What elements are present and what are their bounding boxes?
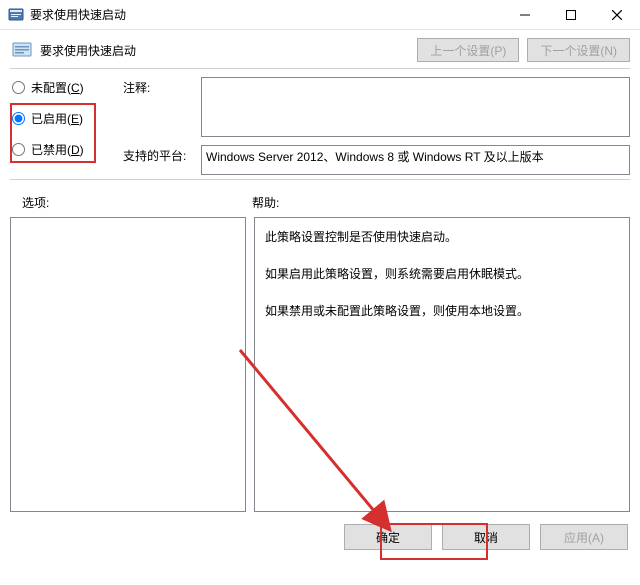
help-label: 帮助: bbox=[252, 194, 279, 211]
app-icon bbox=[8, 7, 24, 23]
cancel-button[interactable]: 取消 bbox=[442, 524, 530, 550]
radio-enabled-label: 已启用(E) bbox=[31, 110, 83, 127]
titlebar: 要求使用快速启动 bbox=[0, 0, 640, 30]
fields-column: 注释: 支持的平台: bbox=[123, 77, 630, 175]
policy-title: 要求使用快速启动 bbox=[40, 42, 136, 59]
ok-button[interactable]: 确定 bbox=[344, 524, 432, 550]
window-title: 要求使用快速启动 bbox=[30, 6, 126, 23]
mid-labels: 选项: 帮助: bbox=[0, 180, 640, 217]
help-paragraph: 如果禁用或未配置此策略设置，则使用本地设置。 bbox=[265, 300, 619, 323]
panes: 此策略设置控制是否使用快速启动。 如果启用此策略设置，则系统需要启用休眠模式。 … bbox=[0, 217, 640, 512]
options-label: 选项: bbox=[22, 194, 252, 211]
state-radio-group: 未配置(C) 已启用(E) 已禁用(D) bbox=[12, 77, 117, 175]
minimize-button[interactable] bbox=[502, 0, 548, 30]
comment-label: 注释: bbox=[123, 77, 193, 96]
radio-disabled[interactable]: 已禁用(D) bbox=[12, 141, 117, 158]
radio-not-configured[interactable]: 未配置(C) bbox=[12, 79, 117, 96]
platform-row: 支持的平台: bbox=[123, 145, 630, 175]
platform-label: 支持的平台: bbox=[123, 145, 193, 164]
radio-not-configured-label: 未配置(C) bbox=[31, 79, 84, 96]
footer: 确定 取消 应用(A) bbox=[0, 512, 640, 560]
policy-icon bbox=[12, 40, 32, 60]
next-setting-button[interactable]: 下一个设置(N) bbox=[527, 38, 630, 62]
help-pane: 此策略设置控制是否使用快速启动。 如果启用此策略设置，则系统需要启用休眠模式。 … bbox=[254, 217, 630, 512]
help-paragraph: 此策略设置控制是否使用快速启动。 bbox=[265, 226, 619, 249]
config-area: 未配置(C) 已启用(E) 已禁用(D) 注释: 支持的平台: bbox=[0, 69, 640, 179]
apply-button[interactable]: 应用(A) bbox=[540, 524, 628, 550]
radio-enabled-input[interactable] bbox=[12, 112, 25, 125]
radio-not-configured-input[interactable] bbox=[12, 81, 25, 94]
radio-enabled[interactable]: 已启用(E) bbox=[12, 110, 117, 127]
maximize-button[interactable] bbox=[548, 0, 594, 30]
comment-row: 注释: bbox=[123, 77, 630, 137]
options-pane bbox=[10, 217, 246, 512]
header-row: 要求使用快速启动 上一个设置(P) 下一个设置(N) bbox=[0, 30, 640, 68]
close-button[interactable] bbox=[594, 0, 640, 30]
radio-disabled-label: 已禁用(D) bbox=[31, 141, 84, 158]
previous-setting-button[interactable]: 上一个设置(P) bbox=[417, 38, 519, 62]
comment-textarea[interactable] bbox=[201, 77, 630, 137]
radio-disabled-input[interactable] bbox=[12, 143, 25, 156]
help-paragraph: 如果启用此策略设置，则系统需要启用休眠模式。 bbox=[265, 263, 619, 286]
platform-textarea bbox=[201, 145, 630, 175]
